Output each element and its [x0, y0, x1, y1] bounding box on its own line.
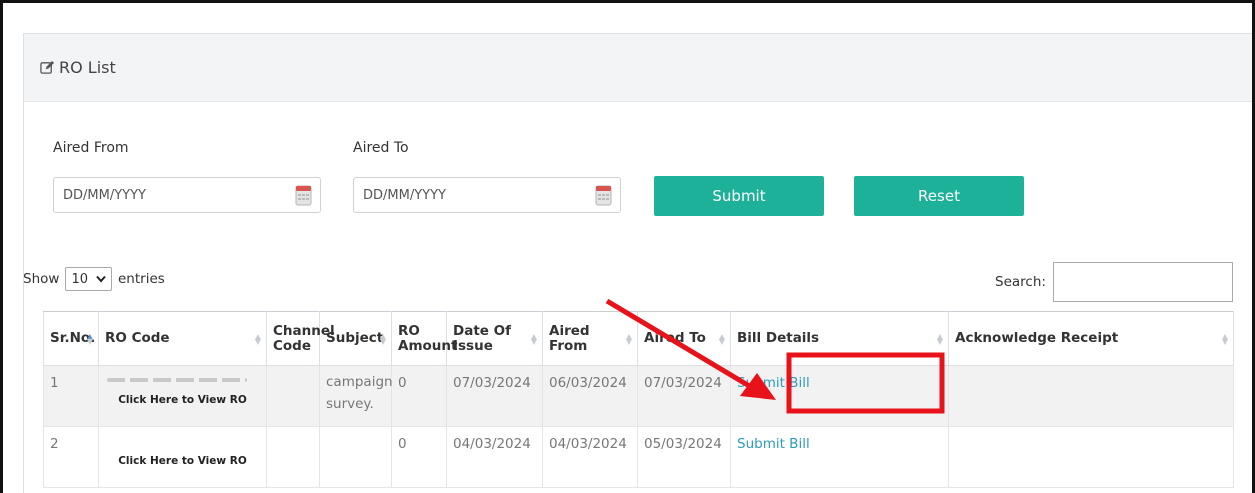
page-length-control: Show 10 entries [23, 267, 165, 291]
table-row: 1 Click Here to View RO campaign survey.… [43, 365, 1234, 427]
page-size-select[interactable]: 10 [65, 267, 112, 291]
show-label: Show [23, 271, 60, 287]
sort-icon: ▲ ▼ [1221, 332, 1228, 346]
col-header-ro-amount[interactable]: RO Amount [391, 311, 457, 366]
aired-to-placeholder: DD/MM/YYYY [363, 187, 446, 203]
col-header-aired-to[interactable]: Aired To ▲ ▼ [637, 311, 731, 366]
view-ro-link[interactable]: Click Here to View RO [99, 455, 266, 467]
cell-aired-from: 06/03/2024 [542, 365, 638, 427]
view-ro-link[interactable]: Click Here to View RO [99, 394, 266, 406]
cell-ro-code: Click Here to View RO [98, 426, 267, 488]
sort-icon: ▲ ▼ [86, 332, 93, 346]
aired-from-label: Aired From [53, 140, 129, 156]
aired-from-input[interactable]: DD/MM/YYYY [53, 177, 321, 213]
panel-title: RO List [40, 58, 116, 77]
col-header-channel-code[interactable]: Channel Code [266, 311, 335, 366]
entries-label: entries [117, 271, 165, 287]
cell-ro-code: Click Here to View RO [98, 365, 267, 427]
sort-icon: ▲ ▼ [379, 332, 386, 346]
cell-subject [319, 426, 392, 488]
sort-icon: ▲ ▼ [530, 332, 537, 346]
cell-aired-from: 04/03/2024 [542, 426, 638, 488]
edit-icon [40, 60, 55, 74]
cell-srno: 2 [43, 426, 99, 488]
redacted-ro-code [107, 378, 247, 382]
calendar-icon[interactable] [295, 183, 312, 207]
page-size-value: 10 [71, 271, 88, 287]
table-row: 2 Click Here to View RO 0 04/03/2024 04/… [43, 426, 1234, 488]
aired-to-input[interactable]: DD/MM/YYYY [353, 177, 621, 213]
ro-table: Sr.No. ▲ ▼ RO Code ▲ ▼ Channel Code Subject ▲… [43, 311, 1234, 488]
table-header-row: Sr.No. ▲ ▼ RO Code ▲ ▼ Channel Code Subject ▲… [43, 311, 1234, 366]
col-header-srno[interactable]: Sr.No. ▲ ▼ [43, 311, 99, 366]
submit-bill-link[interactable]: Submit Bill [737, 375, 810, 391]
col-header-aired-from[interactable]: Aired From ▲ ▼ [542, 311, 638, 366]
cell-ro-amount: 0 [391, 426, 447, 488]
submit-bill-link[interactable]: Submit Bill [737, 436, 810, 452]
cell-date-of-issue: 04/03/2024 [446, 426, 543, 488]
cell-ro-amount: 0 [391, 365, 447, 427]
chevron-down-icon [96, 275, 106, 283]
cell-acknowledge-receipt [948, 426, 1234, 488]
col-header-ro-code[interactable]: RO Code ▲ ▼ [98, 311, 267, 366]
screenshot-frame: RO List Aired From DD/MM/YYYY Aired To D… [0, 0, 1255, 493]
sort-icon: ▲ ▼ [625, 332, 632, 346]
cell-bill-details: Submit Bill [730, 365, 949, 427]
cell-aired-to: 07/03/2024 [637, 365, 731, 427]
col-header-date-of-issue[interactable]: Date Of Issue ▲ ▼ [446, 311, 543, 366]
sort-icon: ▲ ▼ [936, 332, 943, 346]
cell-bill-details: Submit Bill [730, 426, 949, 488]
calendar-icon[interactable] [595, 183, 612, 207]
sort-icon: ▲ ▼ [254, 332, 261, 346]
sort-icon: ▲ ▼ [718, 332, 725, 346]
col-header-bill-details[interactable]: Bill Details ▲ ▼ [730, 311, 949, 366]
cell-date-of-issue: 07/03/2024 [446, 365, 543, 427]
col-header-subject[interactable]: Subject ▲ ▼ [319, 311, 392, 366]
cell-channel-code [266, 365, 320, 427]
cell-subject: campaign survey. [319, 365, 393, 427]
panel-header: RO List [24, 34, 1252, 102]
cell-acknowledge-receipt [948, 365, 1234, 427]
cell-aired-to: 05/03/2024 [637, 426, 731, 488]
col-header-acknowledge-receipt[interactable]: Acknowledge Receipt ▲ ▼ [948, 311, 1234, 366]
cell-srno: 1 [43, 365, 99, 427]
aired-to-label: Aired To [353, 140, 409, 156]
reset-button[interactable]: Reset [854, 176, 1024, 216]
cell-channel-code [266, 426, 320, 488]
panel-title-text: RO List [59, 58, 116, 77]
search-input[interactable] [1053, 262, 1233, 302]
aired-from-placeholder: DD/MM/YYYY [63, 187, 146, 203]
search-label: Search: [995, 274, 1046, 290]
submit-button[interactable]: Submit [654, 176, 824, 216]
